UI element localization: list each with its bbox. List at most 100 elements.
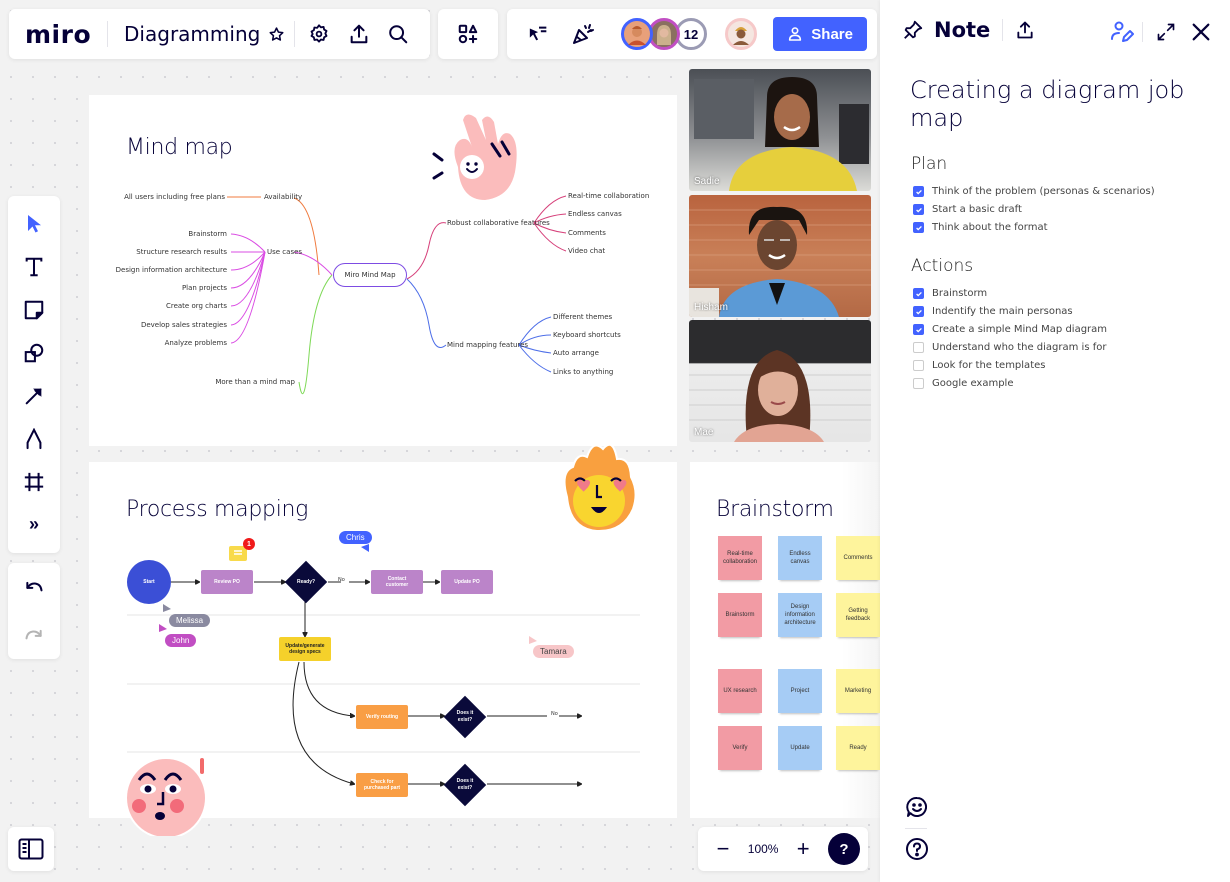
- board-title[interactable]: Diagramming: [124, 22, 260, 46]
- mind-map-frame[interactable]: Mind map Miro Mind Map Availability All …: [89, 95, 677, 446]
- redo-icon[interactable]: [16, 617, 52, 653]
- sticky-note[interactable]: UX research: [718, 669, 762, 713]
- export-icon[interactable]: [1015, 20, 1035, 40]
- process-node[interactable]: Update PO: [441, 570, 493, 594]
- process-node[interactable]: Verify routing: [356, 705, 408, 729]
- mind-map-node[interactable]: Develop sales strategies: [141, 321, 227, 329]
- mind-map-node[interactable]: Robust collaborative features: [447, 219, 550, 227]
- check-icon: [915, 189, 922, 195]
- zoom-out-button[interactable]: −: [706, 836, 740, 862]
- select-icon[interactable]: [12, 202, 56, 245]
- celebrate-icon[interactable]: [565, 16, 601, 52]
- mind-map-node[interactable]: Endless canvas: [568, 210, 622, 218]
- sticky-note[interactable]: Brainstorm: [718, 593, 762, 637]
- sticky-note[interactable]: Design information architecture: [778, 593, 822, 637]
- process-node[interactable]: Update/generate design specs: [279, 637, 331, 661]
- gear-icon[interactable]: [303, 16, 335, 52]
- sticky-note[interactable]: Ready: [836, 726, 880, 770]
- surprised-face-sticker[interactable]: [125, 756, 215, 836]
- mind-map-node[interactable]: Real-time collaboration: [568, 192, 649, 200]
- zoom-in-button[interactable]: +: [786, 836, 820, 862]
- more-icon[interactable]: »: [12, 503, 56, 546]
- checkbox[interactable]: [913, 306, 924, 317]
- cursor-pointer-icon: [361, 544, 369, 552]
- close-icon[interactable]: [1190, 21, 1212, 43]
- checkbox[interactable]: [913, 186, 924, 197]
- video-tile[interactable]: Mae: [689, 320, 871, 442]
- mind-map-node[interactable]: All users including free plans: [124, 193, 225, 201]
- mind-map-node[interactable]: Analyze problems: [165, 339, 227, 347]
- note-section-heading: Actions: [911, 256, 974, 276]
- fire-emoji-sticker[interactable]: [555, 437, 641, 533]
- mind-map-node[interactable]: Structure research results: [136, 248, 227, 256]
- reactions-cursor-icon[interactable]: [521, 16, 557, 52]
- star-icon[interactable]: [264, 16, 287, 52]
- divider: [1002, 19, 1004, 41]
- checkbox[interactable]: [913, 360, 924, 371]
- share-button[interactable]: Share: [773, 17, 867, 51]
- frame-icon[interactable]: [12, 460, 56, 503]
- sticky-note[interactable]: Real-time collaboration: [718, 536, 762, 580]
- search-icon[interactable]: [382, 16, 414, 52]
- sticky-note[interactable]: Verify: [718, 726, 762, 770]
- expand-icon[interactable]: [1156, 22, 1176, 42]
- sticky-note[interactable]: Project: [778, 669, 822, 713]
- sticky-note[interactable]: Comments: [836, 536, 880, 580]
- shapes-icon[interactable]: [12, 331, 56, 374]
- mind-map-node[interactable]: Design information architecture: [116, 266, 227, 274]
- current-user-avatar[interactable]: [725, 18, 757, 50]
- avatar[interactable]: [621, 18, 653, 50]
- checkbox[interactable]: [913, 222, 924, 233]
- checkbox[interactable]: [913, 324, 924, 335]
- collaborators-group[interactable]: 12: [621, 18, 707, 50]
- mind-map-node[interactable]: Different themes: [553, 313, 612, 321]
- pen-icon[interactable]: [12, 417, 56, 460]
- checkbox[interactable]: [913, 204, 924, 215]
- pin-icon[interactable]: [902, 19, 924, 41]
- text-icon[interactable]: [12, 245, 56, 288]
- sticky-note-icon[interactable]: [12, 288, 56, 331]
- mind-map-node[interactable]: Brainstorm: [188, 230, 227, 238]
- comment-marker[interactable]: 1: [229, 538, 255, 561]
- process-node[interactable]: Check for purchased part: [356, 773, 408, 797]
- checkbox[interactable]: [913, 288, 924, 299]
- sticky-note[interactable]: Endless canvas: [778, 536, 822, 580]
- sticky-note[interactable]: Getting feedback: [836, 593, 880, 637]
- help-icon[interactable]: [905, 837, 929, 861]
- mind-map-node[interactable]: More than a mind map: [215, 378, 295, 386]
- ok-hand-sticker[interactable]: [430, 112, 525, 207]
- video-tile[interactable]: Hisham: [689, 195, 871, 317]
- feedback-icon[interactable]: [905, 795, 929, 819]
- mind-map-node[interactable]: Auto arrange: [553, 349, 599, 357]
- miro-logo[interactable]: miro: [25, 20, 91, 49]
- mind-map-center-node[interactable]: Miro Mind Map: [333, 263, 407, 287]
- mind-map-node[interactable]: Mind mapping features: [447, 341, 528, 349]
- board-sidebar-toggle[interactable]: [8, 827, 54, 871]
- upload-icon[interactable]: [343, 16, 375, 52]
- sticky-note[interactable]: Marketing: [836, 669, 880, 713]
- brainstorm-frame[interactable]: Brainstorm Real-time collaboration Endles…: [690, 462, 880, 818]
- note-title[interactable]: Creating a diagram job map: [910, 76, 1210, 132]
- apps-button[interactable]: [438, 9, 498, 59]
- start-node[interactable]: Start: [127, 560, 171, 604]
- mind-map-node[interactable]: Availability: [264, 193, 302, 201]
- mind-map-node[interactable]: Use cases: [267, 248, 302, 256]
- mind-map-node[interactable]: Create org charts: [166, 302, 227, 310]
- mind-map-node[interactable]: Plan projects: [182, 284, 227, 292]
- undo-icon[interactable]: [16, 569, 52, 605]
- zoom-controls: − 100% + ?: [698, 827, 868, 871]
- process-node[interactable]: Review PO: [201, 570, 253, 594]
- zoom-level[interactable]: 100%: [748, 842, 779, 856]
- checkbox[interactable]: [913, 378, 924, 389]
- arrow-icon[interactable]: [12, 374, 56, 417]
- sticky-note[interactable]: Update: [778, 726, 822, 770]
- edit-access-icon[interactable]: [1110, 20, 1134, 44]
- process-node[interactable]: Contact customer: [371, 570, 423, 594]
- mind-map-node[interactable]: Links to anything: [553, 368, 613, 376]
- mind-map-node[interactable]: Video chat: [568, 247, 605, 255]
- mind-map-node[interactable]: Comments: [568, 229, 606, 237]
- video-tile[interactable]: Sadie: [689, 69, 871, 191]
- mind-map-node[interactable]: Keyboard shortcuts: [553, 331, 621, 339]
- help-button[interactable]: ?: [828, 833, 860, 865]
- checkbox[interactable]: [913, 342, 924, 353]
